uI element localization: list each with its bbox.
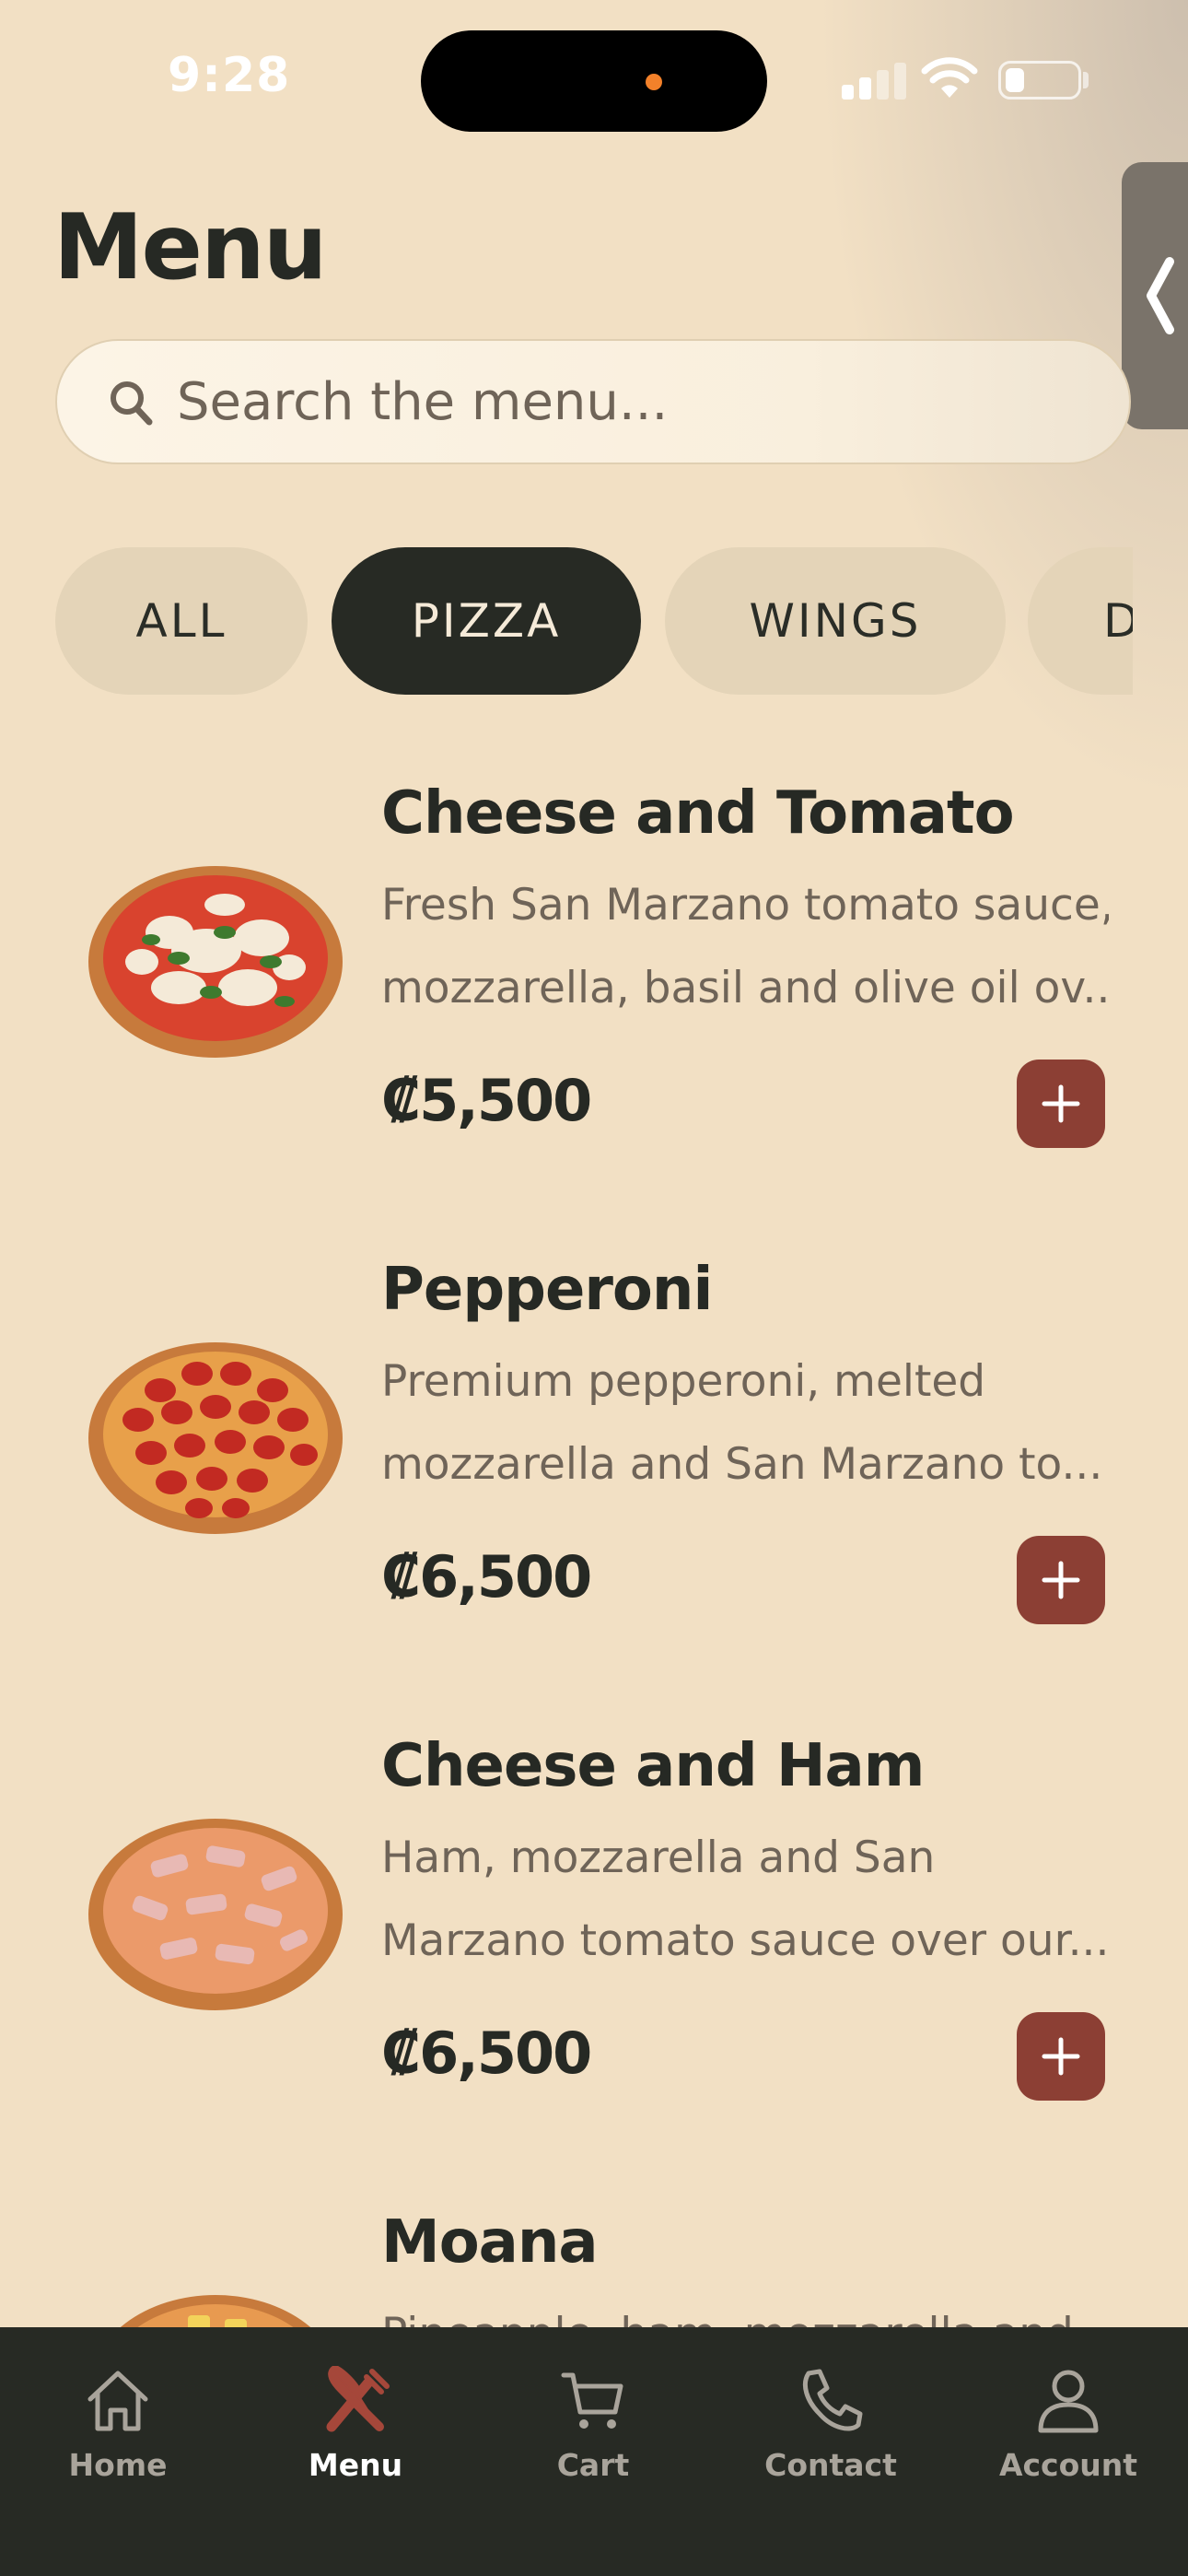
nav-contact[interactable]: Contact	[739, 2366, 923, 2504]
cart-icon	[561, 2372, 623, 2429]
page-title: Menu	[53, 195, 328, 300]
nav-label: Contact	[764, 2447, 897, 2483]
description-line: mozzarella, basil and olive oil ov...	[381, 963, 1109, 1013]
chip-label: PIZZA	[411, 594, 562, 648]
battery-level	[1006, 68, 1024, 92]
item-name: Cheese and Ham	[381, 1732, 925, 1800]
nav-home[interactable]: Home	[26, 2366, 210, 2504]
item-price: ₡5,500	[381, 1067, 592, 1134]
wifi-icon	[921, 57, 978, 98]
bottom-navigation: Home Menu Cart Contact Account	[0, 2327, 1188, 2576]
search-icon	[111, 381, 153, 426]
add-to-cart-button[interactable]	[1017, 1060, 1105, 1148]
home-icon	[87, 2371, 148, 2431]
description-line: Marzano tomato sauce over our...	[381, 1915, 1109, 1966]
plus-icon	[1042, 1561, 1080, 1599]
chip-label: WINGS	[749, 594, 922, 648]
category-chip-all[interactable]: ALL	[55, 547, 308, 695]
chevron-left-icon	[1147, 257, 1174, 334]
chip-label: ALL	[135, 594, 227, 648]
ham-pizza-image	[88, 1819, 343, 2010]
nav-cart[interactable]: Cart	[501, 2366, 685, 2504]
item-name: Cheese and Tomato	[381, 779, 1015, 848]
nav-label: Account	[998, 2447, 1138, 2483]
item-description: Premium pepperoni, melted mozzarella and…	[381, 1341, 1109, 1506]
cellular-signal-icon	[842, 61, 906, 100]
category-chip-wings[interactable]: WINGS	[665, 547, 1006, 695]
item-name: Pepperoni	[381, 1256, 713, 1324]
category-chip-pizza[interactable]: PIZZA	[332, 547, 641, 695]
status-time: 9:28	[168, 48, 291, 103]
description-line: mozzarella and San Marzano to...	[381, 1439, 1103, 1490]
nav-account[interactable]: Account	[976, 2366, 1160, 2504]
description-line: Ham, mozzarella and San	[381, 1832, 936, 1883]
menu-item[interactable]: Cheese and Tomato Fresh San Marzano toma…	[0, 755, 1188, 1161]
add-to-cart-button[interactable]	[1017, 2012, 1105, 2101]
menu-item[interactable]: Pepperoni Premium pepperoni, melted mozz…	[0, 1232, 1188, 1637]
plus-icon	[1042, 1084, 1080, 1123]
search-input[interactable]: Search the menu...	[177, 372, 668, 432]
pepperoni-pizza-image	[88, 1342, 343, 1534]
battery-icon	[998, 61, 1081, 100]
battery-cap	[1083, 72, 1089, 88]
item-price: ₡6,500	[381, 1543, 592, 1610]
menu-screen: 9:28 Menu Search the menu... ALL PIZZA W…	[0, 0, 1188, 2576]
nav-label: Home	[68, 2447, 168, 2483]
dynamic-island	[421, 30, 767, 132]
item-description: Ham, mozzarella and San Marzano tomato s…	[381, 1817, 1109, 1983]
user-icon	[1038, 2370, 1099, 2433]
menu-item[interactable]: Cheese and Ham Ham, mozzarella and San M…	[0, 1708, 1188, 2113]
category-chip-drinks[interactable]: D	[1028, 547, 1133, 695]
phone-icon	[803, 2369, 863, 2431]
add-to-cart-button[interactable]	[1017, 1536, 1105, 1624]
nav-label: Cart	[556, 2447, 630, 2483]
item-price: ₡6,500	[381, 2020, 592, 2087]
plus-icon	[1042, 2037, 1080, 2076]
camera-indicator-dot	[646, 74, 662, 90]
search-bar[interactable]: Search the menu...	[55, 339, 1131, 464]
category-chips: ALL PIZZA WINGS D	[53, 545, 1133, 697]
description-line: Fresh San Marzano tomato sauce,	[381, 880, 1109, 931]
nav-label: Menu	[308, 2447, 403, 2483]
description-line: Premium pepperoni, melted	[381, 1356, 986, 1407]
item-name: Moana	[381, 2208, 599, 2277]
side-panel-handle[interactable]	[1122, 162, 1188, 429]
item-description: Fresh San Marzano tomato sauce, mozzarel…	[381, 864, 1109, 1030]
margherita-pizza-image	[88, 866, 343, 1058]
chip-label: D	[1103, 594, 1133, 648]
fork-knife-icon	[326, 2366, 390, 2432]
nav-menu[interactable]: Menu	[263, 2366, 448, 2504]
